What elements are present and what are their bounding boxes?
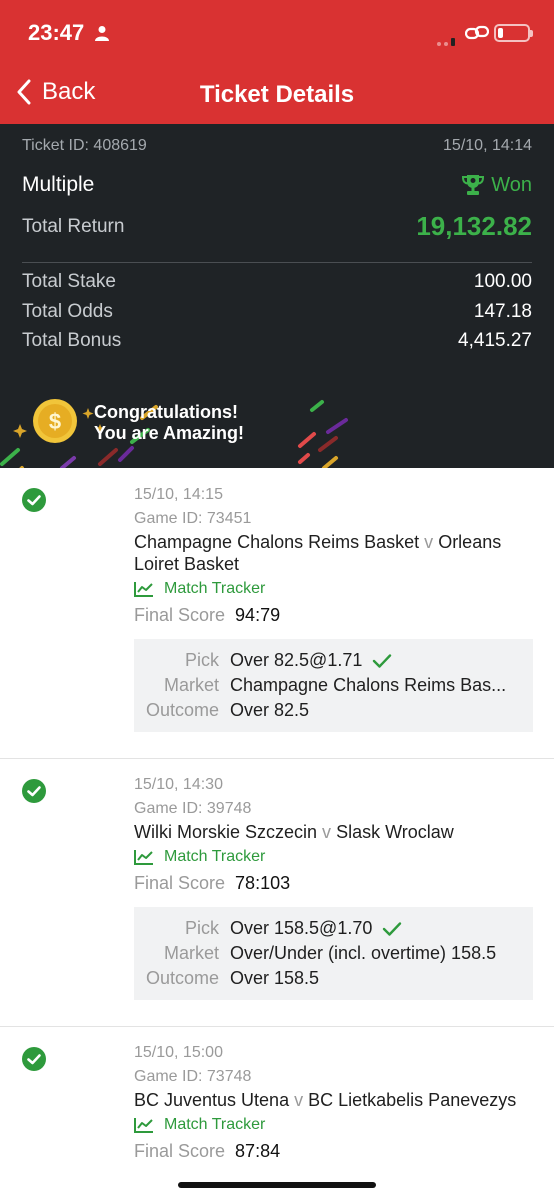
- bet-type: Multiple: [22, 173, 95, 196]
- total-odds-value: 147.18: [473, 301, 532, 322]
- nav-bar: Back Ticket Details: [0, 66, 554, 124]
- bet-date: 15/10, 15:00: [134, 1044, 223, 1061]
- person-icon: [94, 25, 110, 46]
- final-score-value: 94:79: [235, 605, 281, 625]
- match-tracker-link[interactable]: Match Tracker: [134, 1116, 534, 1134]
- game-id: Game ID: 73451: [134, 510, 252, 527]
- battery-icon: [494, 24, 533, 42]
- checkmark-icon: [373, 653, 392, 668]
- pick-value: Over 158.5@1.70: [230, 916, 402, 941]
- final-score-label: Final Score: [134, 605, 226, 625]
- market-label: Market: [163, 943, 219, 963]
- final-score: Final Score 87:84: [134, 1141, 534, 1162]
- away-team: Slask Wroclaw: [336, 822, 454, 842]
- final-score-value: 87:84: [235, 1141, 281, 1161]
- header: 23:47 Back Ticket Details: [0, 0, 554, 124]
- game-id: Game ID: 39748: [134, 800, 252, 817]
- outcome-value: Over 158.5: [230, 968, 320, 988]
- pick-details: Pick Over 82.5@1.71 Market Champagne Cha…: [134, 639, 533, 732]
- match-name: Wilki Morskie Szczecin v Slask Wroclaw: [134, 821, 534, 843]
- final-score-label: Final Score: [134, 873, 226, 893]
- versus: v: [322, 822, 332, 842]
- ticket-id: Ticket ID: 408619: [22, 137, 147, 154]
- trophy-icon: [462, 175, 485, 195]
- final-score: Final Score 94:79: [134, 605, 534, 626]
- outcome-label: Outcome: [145, 700, 219, 720]
- total-return-label: Total Return: [22, 215, 125, 237]
- versus: v: [424, 532, 434, 552]
- divider: [22, 262, 532, 263]
- status-bar: 23:47: [0, 0, 554, 66]
- market-value: Over/Under (incl. overtime) 158.5: [230, 943, 497, 963]
- pick-text: Over 158.5@1.70: [230, 918, 373, 938]
- match-tracker-label: Match Tracker: [164, 848, 266, 865]
- status-badge: Won: [461, 174, 532, 197]
- away-team: BC Lietkabelis Panevezys: [308, 1090, 517, 1110]
- pick-text: Over 82.5@1.71: [230, 650, 363, 670]
- bet-date: 15/10, 14:15: [134, 486, 223, 503]
- home-team: Wilki Morskie Szczecin: [134, 822, 318, 842]
- outcome-value: Over 82.5: [230, 700, 310, 720]
- check-circle-icon: [22, 488, 46, 512]
- match-tracker-label: Match Tracker: [164, 1116, 266, 1133]
- congrats-banner: $ Congratulations! You are Amazing!: [0, 380, 554, 468]
- ticket-datetime: 15/10, 14:14: [443, 137, 532, 154]
- total-odds-label: Total Odds: [22, 301, 113, 322]
- link-icon: [464, 23, 490, 48]
- total-return-value: 19,132.82: [416, 211, 532, 241]
- checkmark-icon: [383, 921, 402, 936]
- pick-label: Pick: [184, 650, 219, 670]
- check-circle-icon: [22, 779, 46, 803]
- bet-item[interactable]: 15/10, 14:15 Game ID: 73451 Champagne Ch…: [0, 468, 554, 759]
- page-title: Ticket Details: [199, 81, 355, 108]
- match-tracker-link[interactable]: Match Tracker: [134, 848, 534, 866]
- check-circle-icon: [22, 1047, 46, 1071]
- congrats-text: Congratulations! You are Amazing!: [94, 402, 244, 444]
- home-team: BC Juventus Utena: [134, 1090, 290, 1110]
- final-score-label: Final Score: [134, 1141, 226, 1161]
- market-value: Champagne Chalons Reims Bas...: [230, 675, 507, 695]
- chart-line-icon: [134, 850, 153, 865]
- chart-line-icon: [134, 582, 153, 597]
- pick-details: Pick Over 158.5@1.70 Market Over/Under (…: [134, 907, 533, 1000]
- coin-icon: $: [33, 399, 77, 443]
- match-tracker-link[interactable]: Match Tracker: [134, 580, 534, 598]
- congrats-line-2: You are Amazing!: [94, 423, 245, 443]
- home-indicator[interactable]: [178, 1182, 376, 1188]
- total-stake-label: Total Stake: [22, 271, 116, 292]
- bet-item[interactable]: 15/10, 14:30 Game ID: 39748 Wilki Morski…: [0, 759, 554, 1027]
- total-stake-value: 100.00: [473, 271, 532, 292]
- match-name: BC Juventus Utena v BC Lietkabelis Panev…: [134, 1089, 534, 1111]
- total-bonus-value: 4,415.27: [458, 330, 532, 351]
- signal-icon: [437, 33, 458, 51]
- market-label: Market: [163, 675, 219, 695]
- match-tracker-label: Match Tracker: [164, 580, 266, 597]
- versus: v: [294, 1090, 304, 1110]
- pick-label: Pick: [184, 918, 219, 938]
- match-name: Champagne Chalons Reims Basket v Orleans…: [134, 531, 534, 575]
- game-id: Game ID: 73748: [134, 1068, 252, 1085]
- chart-line-icon: [134, 1118, 153, 1133]
- outcome-label: Outcome: [145, 968, 219, 988]
- confetti-decoration: [0, 400, 348, 468]
- bet-item[interactable]: 15/10, 15:00 Game ID: 73748 BC Juventus …: [0, 1027, 554, 1200]
- bet-date: 15/10, 14:30: [134, 776, 223, 793]
- congrats-line-1: Congratulations!: [94, 402, 238, 422]
- status-time: 23:47: [28, 20, 85, 45]
- total-bonus-label: Total Bonus: [22, 330, 122, 351]
- final-score-value: 78:103: [235, 873, 291, 893]
- final-score: Final Score 78:103: [134, 873, 534, 894]
- status-text: Won: [491, 173, 532, 196]
- svg-text:$: $: [49, 409, 61, 434]
- pick-value: Over 82.5@1.71: [230, 648, 392, 673]
- ticket-summary: Ticket ID: 408619 15/10, 14:14 Multiple …: [0, 124, 554, 468]
- home-team: Champagne Chalons Reims Basket: [134, 532, 420, 552]
